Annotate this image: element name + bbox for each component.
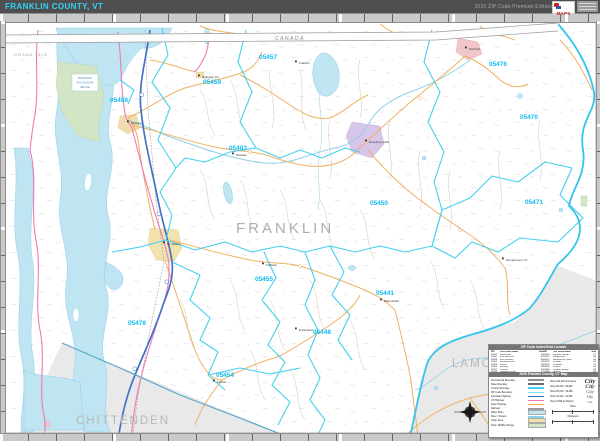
legend-swatch [528,410,546,416]
chittenden-label: CHITTENDEN [76,415,170,427]
title-bar: FRANKLIN COUNTY, VT 2020 ZIP Code Premiu… [0,0,600,13]
zip-label-05459: 05459 [203,79,221,86]
logo-mark-blue [556,6,561,9]
scale-bar-miles: Miles [550,406,596,414]
refuge-label-line1: MISSISQUOI [78,78,92,80]
scale-bar-km: Kilometers [550,416,596,424]
franklin-county-label: FRANKLIN [236,220,334,237]
zip-index-rows-right: 05460 Highgate Springs C1 05470 Montgomery H… [544,354,597,374]
legend-swatch [528,395,544,398]
legend-swatch [528,422,546,428]
zip-label-05454: 05454 [216,372,234,379]
page-title: FRANKLIN COUNTY, VT [5,2,104,11]
town-label-fairfax: Fairfax [217,380,227,384]
refuge-label-line2: NAT'L WILDLIFE [76,82,94,85]
legend-swatch [528,403,544,406]
zip-label-05441: 05441 [376,290,394,297]
legend-swatch [528,383,544,385]
map-legend-body: International Boundary State Boundary Co… [489,377,598,437]
logo-text: MAPS [556,11,571,16]
legend-swatch [528,379,544,381]
town-label-e-fairfield: E Fairfield [299,328,313,332]
legend-swatch [528,391,544,394]
town-label-fairfield: Fairfield [266,263,277,267]
zip-index-left-column: ZIP Post Office Name Grid 05441 Bakersfie… [491,351,544,374]
grid-ruler-top [0,13,600,23]
zip-label-05483: 05483 [229,145,247,152]
town-label-richford: Richford [469,47,481,51]
zip-label-05488: 05488 [110,97,128,104]
town-label-bakersfield: Bakersfield [384,299,399,303]
town-label-swanton: Swanton [131,121,143,125]
zip-index-right-column: ZIP Post Office Name Grid 05460 Highgate … [544,351,597,374]
publisher-logo: MAPS [552,1,575,16]
zip-index-rows-left: 05441 Bakersfield F5 05447 East Berkshire G2… [491,354,544,374]
zip-index-table: ZIP Post Office Name Grid 05441 Bakersfie… [489,350,598,374]
town-label-franklin: Franklin [299,61,310,65]
legend-swatch [528,387,544,390]
zip-label-05470: 05470 [520,114,538,121]
edition-label: 2020 ZIP Code Premium Edition [474,4,552,10]
legend-panel: ZIP Code Index/Grid Locator ZIP Post Off… [488,344,599,438]
canada-label: CANADA [275,36,305,42]
city-sample-text: City [586,389,594,394]
grid-ruler-left [0,21,6,433]
town-label-sheldon: Sheldon [236,153,247,157]
zip-label-05478: 05478 [128,320,146,327]
zip-label-05476: 05476 [489,61,507,68]
zip-label-05471: 05471 [525,199,543,206]
town-label-enosburg: Enosburg Falls [369,140,390,144]
city-sample-text: City [587,399,593,404]
city-size-row: Cities 9,999 and Below City [550,399,596,404]
map-page: MISSISQUOI NAT'L WILDLIFE REFUGE CANADA … [0,0,600,441]
town-label-st-albans: St. Albans [167,242,181,246]
legend-city-sizes: Cities 100,000 and Above City Cities 50,… [550,378,596,424]
city-size-list: Cities 100,000 and Above City Cities 50,… [550,378,596,404]
legend-swatch [528,399,544,402]
legend-swatch [528,407,544,410]
refuge-label: MISSISQUOI NAT'L WILDLIFE REFUGE [71,73,99,92]
town-label-montgomery: Montgomery Ctr [506,258,528,262]
zip-label-05457: 05457 [259,54,277,61]
publisher-badge [577,1,598,12]
zip-label-05455: 05455 [255,276,273,283]
scale-miles-label: Miles [570,406,576,408]
legend-swatch [528,416,544,418]
town-label-highgate: Highgate Ctr [202,75,219,79]
grand-isle-label: GRAND ISLE [14,52,48,57]
zip-label-05448: 05448 [313,329,331,336]
city-sample-text: City [587,394,593,399]
refuge-label-line3: REFUGE [80,87,90,89]
zip-label-05450: 05450 [370,200,388,207]
scale-km-label: Kilometers [567,416,579,418]
